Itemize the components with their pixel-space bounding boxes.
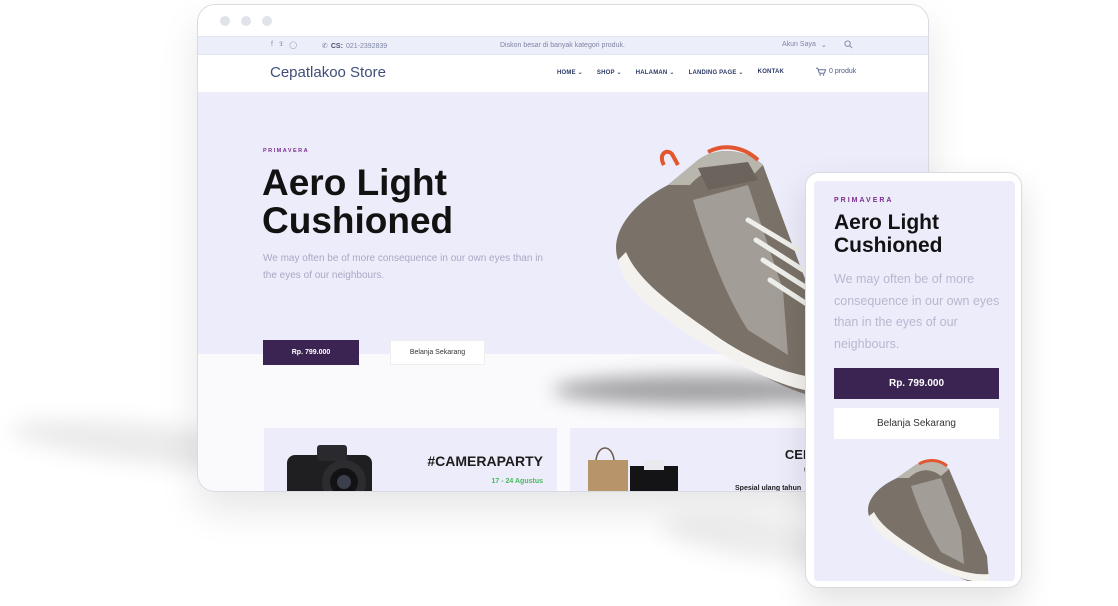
social-links: f 𝕿 ◯ xyxy=(271,41,297,49)
mobile-hero-description: We may often be of more consequence in o… xyxy=(834,272,1000,351)
main-navbar: Cepatlakoo Store HOME ⌄ SHOP ⌄ HALAMAN ⌄… xyxy=(198,55,928,92)
cs-label: CS: xyxy=(330,42,343,50)
menu-item-shop[interactable]: SHOP ⌄ xyxy=(597,69,622,76)
menu-label: HOME xyxy=(557,70,576,76)
cart-icon xyxy=(816,67,826,76)
menu-item-landing-page[interactable]: LANDING PAGE ⌄ xyxy=(689,69,744,76)
mobile-hero-title: Aero Light Cushioned xyxy=(834,211,943,257)
price-button[interactable]: Rp. 799.000 xyxy=(263,340,359,365)
cart-count: 0 produk xyxy=(829,68,857,75)
instagram-icon[interactable]: ◯ xyxy=(289,41,297,49)
menu-item-home[interactable]: HOME ⌄ xyxy=(557,69,583,76)
camera-image xyxy=(287,445,372,491)
main-menu: HOME ⌄ SHOP ⌄ HALAMAN ⌄ LANDING PAGE ⌄ K… xyxy=(557,69,784,76)
promo-subtitle: Spesial ulang tahun xyxy=(735,485,802,492)
customer-service: ✆ CS: 021-2392839 xyxy=(322,42,387,51)
twitter-icon[interactable]: 𝕿 xyxy=(279,41,283,49)
menu-label: KONTAK xyxy=(757,69,785,75)
menu-item-kontak[interactable]: KONTAK xyxy=(758,69,784,76)
mobile-device: PRIMAVERA Aero Light Cushioned We may of… xyxy=(805,172,1022,588)
shop-now-button[interactable]: Belanja Sekarang xyxy=(390,340,485,365)
chevron-down-icon: ⌄ xyxy=(820,42,827,49)
sneaker-image xyxy=(616,145,830,395)
window-dot-minimize[interactable] xyxy=(241,16,251,26)
shopping-bags-image xyxy=(588,447,678,491)
hero-eyebrow: PRIMAVERA xyxy=(263,148,310,154)
promo-card-giveaway[interactable]: CEPATL GIVE Spesial ulang tahun xyxy=(570,428,810,492)
cart-link[interactable]: 0 produk xyxy=(816,67,856,76)
account-label[interactable]: Akun Saya xyxy=(782,41,816,49)
hero-description: We may often be of more consequence in o… xyxy=(263,253,543,281)
promo-title: #CAMERAPARTY xyxy=(427,453,543,469)
search-icon[interactable] xyxy=(844,40,853,51)
store-logo[interactable]: Cepatlakoo Store xyxy=(270,64,386,81)
menu-label: LANDING PAGE xyxy=(688,70,737,76)
menu-item-halaman[interactable]: HALAMAN ⌄ xyxy=(636,69,675,76)
mobile-sneaker-image xyxy=(868,459,989,581)
top-info-bar: f 𝕿 ◯ ✆ CS: 021-2392839 Diskon besar di … xyxy=(198,36,928,55)
cs-phone[interactable]: 021-2392839 xyxy=(346,43,387,50)
mobile-hero-eyebrow: PRIMAVERA xyxy=(834,197,894,204)
menu-label: SHOP xyxy=(596,70,615,76)
promo-date: 17 - 24 Agustus xyxy=(491,478,543,485)
window-dot-close[interactable] xyxy=(220,16,230,26)
hero-title: Aero Light Cushioned xyxy=(262,162,454,241)
account-menu[interactable]: Akun Saya ⌄ xyxy=(782,41,827,49)
mobile-screen: PRIMAVERA Aero Light Cushioned We may of… xyxy=(814,181,1015,581)
menu-label: HALAMAN xyxy=(635,70,668,76)
promo-text: Diskon besar di banyak kategori produk. xyxy=(500,42,625,49)
mobile-price-button[interactable]: Rp. 799.000 xyxy=(834,368,999,399)
facebook-icon[interactable]: f xyxy=(271,41,273,49)
browser-titlebar xyxy=(198,5,928,36)
promo-title: CEPATL GIVE xyxy=(784,447,810,477)
promo-card-cameraparty[interactable]: #CAMERAPARTY 17 - 24 Agustus xyxy=(264,428,557,491)
phone-icon: ✆ xyxy=(322,43,328,50)
mobile-shop-now-button[interactable]: Belanja Sekarang xyxy=(834,408,999,439)
window-dot-maximize[interactable] xyxy=(262,16,272,26)
